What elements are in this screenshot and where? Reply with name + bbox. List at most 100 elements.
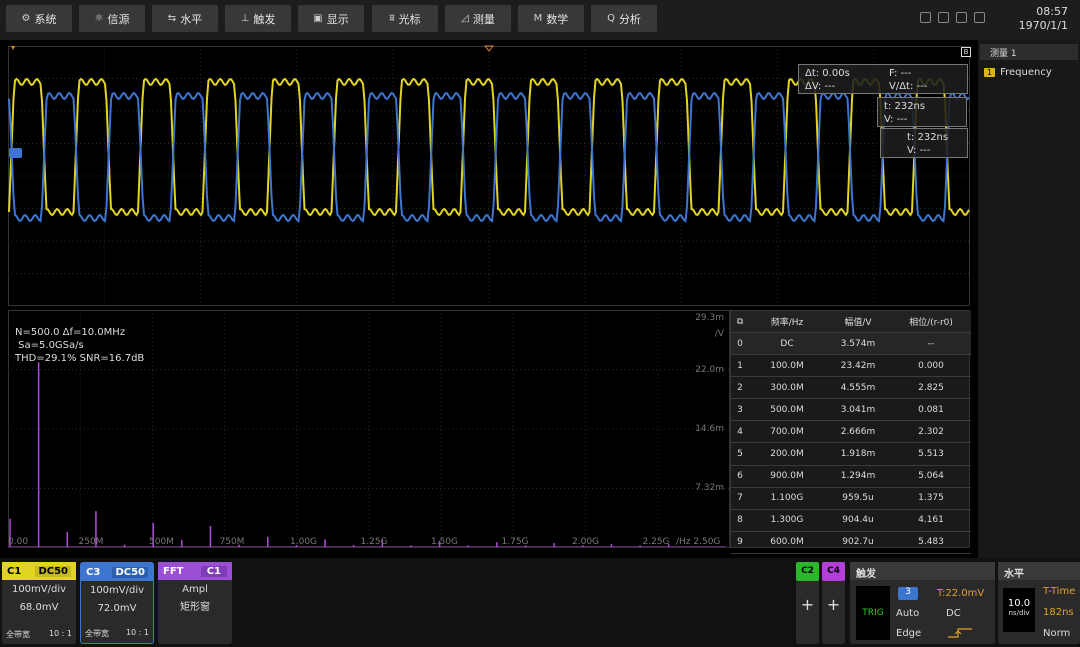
table-row[interactable]: 4 700.0M 2.666m 2.302	[731, 421, 971, 444]
table-cell: 700.0M	[770, 426, 804, 437]
fft-window: 矩形窗	[180, 602, 210, 613]
trigger-level: T:22.0mV	[937, 588, 985, 599]
table-cell: 1.300G	[770, 515, 804, 526]
cursor-2-time: t: 232ns	[907, 132, 949, 143]
table-cell: 2	[737, 382, 743, 393]
table-row[interactable]: 0 DC 3.574m --	[731, 333, 971, 355]
measure-title: 测量 1	[980, 44, 1078, 60]
table-cell: 904.4u	[842, 515, 874, 526]
table-row[interactable]: 1 100.0M 23.42m 0.000	[731, 355, 971, 378]
table-cell: 1.918m	[840, 449, 876, 459]
horizontal-panel[interactable]: 水平 10.0 ns/div T-Time 182ns Norm	[998, 562, 1080, 644]
trigger-type: Edge	[896, 628, 922, 639]
table-cell: 0	[737, 338, 743, 349]
v-dt: V/Δt: ---	[889, 81, 928, 92]
t-time-label: T-Time	[1043, 586, 1076, 597]
freq-readout: F: ---	[889, 68, 912, 79]
table-cell: 6	[737, 471, 743, 482]
table-cell: 3.041m	[840, 404, 876, 415]
table-cell: 100.0M	[770, 360, 804, 371]
horizontal-title: 水平	[998, 562, 1080, 580]
table-row[interactable]: 7 1.100G 959.5u 1.375	[731, 488, 971, 510]
trig-status: TRIG	[856, 586, 890, 640]
fft-panel[interactable]: FFT C1 Ampl 矩形窗	[158, 562, 232, 644]
table-row[interactable]: 6 900.0M 1.294m 5.064	[731, 466, 971, 488]
add-channel-4-icon: +	[826, 595, 841, 614]
table-cell: 0.000	[918, 360, 944, 371]
cursor-2-box[interactable]: t: 232ns V: ---	[880, 128, 968, 158]
channel-3-waveform	[8, 91, 970, 223]
zoom-badge[interactable]: B	[961, 47, 971, 57]
table-cell: DC	[780, 338, 794, 349]
table-cell: 1	[737, 360, 743, 371]
trigger-mode: Auto	[896, 608, 920, 619]
table-cell: 4.555m	[840, 382, 876, 393]
table-cell: 1.294m	[840, 471, 876, 482]
channel-1-panel[interactable]: C1 DC50 100mV/div 68.0mV 全带宽 10 : 1	[2, 562, 76, 644]
h-position: 182ns	[1043, 607, 1074, 618]
delta-t: Δt: 0.00s	[805, 68, 850, 79]
table-row[interactable]: 2 300.0M 4.555m 2.825	[731, 377, 971, 400]
trigger-panel[interactable]: 触发 TRIG 3 Auto Edge T:22.0mV DC	[850, 562, 995, 644]
measure-panel	[978, 40, 1080, 558]
c1-offset: 68.0mV	[19, 602, 59, 613]
table-cell: 9	[737, 537, 743, 548]
table-cell: 5.483	[918, 537, 944, 548]
table-header: ⧉ 频率/Hz 幅值/V 相位/(r-r0)	[731, 311, 971, 333]
channel-4-button[interactable]: C4 +	[822, 562, 845, 644]
trigger-pos-marker	[11, 46, 15, 50]
trigger-title: 触发	[850, 562, 995, 580]
table-cell: 0.081	[918, 404, 944, 415]
trigger-coupling: DC	[946, 608, 961, 619]
table-cell: 1.375	[918, 493, 944, 504]
fft-mode: Ampl	[182, 584, 208, 595]
table-cell: 3	[737, 404, 743, 415]
fft-info: N=500.0 Δf=10.0MHz Sa=5.0GSa/s THD=29.1% …	[15, 327, 145, 364]
table-cell: 600.0M	[770, 537, 804, 548]
cursor-2-volt: V: ---	[907, 145, 931, 156]
cursor-delta-box[interactable]: Δt: 0.00s F: --- ΔV: --- V/Δt: ---	[798, 64, 968, 94]
table-cell: 4	[737, 426, 743, 437]
table-cell: 300.0M	[770, 382, 804, 393]
table-cell: 500.0M	[770, 404, 804, 415]
c3-scale: 100mV/div	[89, 585, 145, 596]
table-cell: --	[927, 338, 935, 349]
table-row[interactable]: 9 600.0M 902.7u 5.483	[731, 532, 971, 554]
table-cell: 8	[737, 515, 743, 526]
table-cell: 5.513	[918, 449, 944, 459]
table-row[interactable]: 3 500.0M 3.041m 0.081	[731, 399, 971, 422]
delta-v: ΔV: ---	[805, 81, 836, 92]
table-row[interactable]: 8 1.300G 904.4u 4.161	[731, 510, 971, 532]
channel-3-panel[interactable]: C3 DC50 100mV/div 72.0mV 全带宽 10 : 1	[80, 562, 154, 644]
rising-edge-icon	[948, 628, 972, 638]
table-cell: 23.42m	[840, 360, 876, 371]
table-cell: 2.825	[918, 382, 944, 393]
table-cell: 4.161	[918, 515, 944, 526]
table-cell: 5.064	[918, 471, 944, 482]
table-cell: 200.0M	[770, 449, 804, 459]
table-cell: 2.302	[918, 426, 944, 437]
cursor-1-box[interactable]: t: 232ns V: ---	[877, 97, 967, 127]
timebase: 10.0 ns/div	[1003, 588, 1035, 632]
acq-mode: Norm	[1043, 628, 1071, 639]
table-cell: 902.7u	[842, 537, 874, 548]
table-cell: 7	[737, 493, 743, 504]
table-cell: 5	[737, 449, 743, 459]
table-cell: 2.666m	[840, 426, 876, 437]
add-channel-2-icon: +	[800, 595, 815, 614]
table-cell: 1.100G	[770, 493, 804, 504]
cursor-1-volt: V: ---	[884, 114, 908, 125]
table-cell: 959.5u	[842, 493, 874, 504]
table-cell: 900.0M	[770, 471, 804, 482]
channel-3-offset-marker[interactable]	[9, 148, 22, 158]
table-cell: 3.574m	[840, 338, 876, 349]
table-row[interactable]: 5 200.0M 1.918m 5.513	[731, 444, 971, 466]
trigger-source: 3	[898, 587, 918, 600]
channel-2-button[interactable]: C2 +	[796, 562, 819, 644]
table-settings-icon[interactable]: ⧉	[731, 317, 749, 327]
c1-scale: 100mV/div	[11, 584, 67, 595]
c3-offset: 72.0mV	[97, 603, 137, 614]
fft-peak-table[interactable]: ⧉ 频率/Hz 幅值/V 相位/(r-r0) 0 DC 3.574m -- 1 100.0…	[730, 310, 971, 554]
cursor-1-time: t: 232ns	[884, 101, 926, 112]
measure-item[interactable]: 1 Frequency	[984, 67, 1052, 78]
